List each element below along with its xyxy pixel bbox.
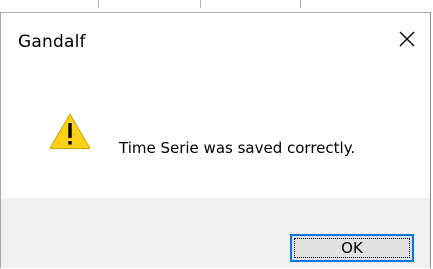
warning-icon [49, 113, 91, 149]
dialog-message: Time Serie was saved correctly. [119, 139, 356, 157]
background-divider [200, 0, 201, 8]
dialog-title: Gandalf [18, 32, 86, 52]
close-button[interactable] [384, 13, 430, 65]
dialog-footer: OK [1, 198, 430, 268]
dialog-content: Time Serie was saved correctly. [1, 65, 430, 198]
background-window [0, 0, 433, 12]
close-icon [399, 31, 415, 47]
ok-button[interactable]: OK [290, 234, 414, 262]
message-box-dialog: Gandalf Time Serie was saved correctly. … [0, 12, 431, 268]
ok-button-label: OK [341, 239, 363, 257]
background-divider [98, 0, 99, 8]
background-divider [300, 0, 301, 8]
title-bar[interactable]: Gandalf [1, 13, 430, 65]
